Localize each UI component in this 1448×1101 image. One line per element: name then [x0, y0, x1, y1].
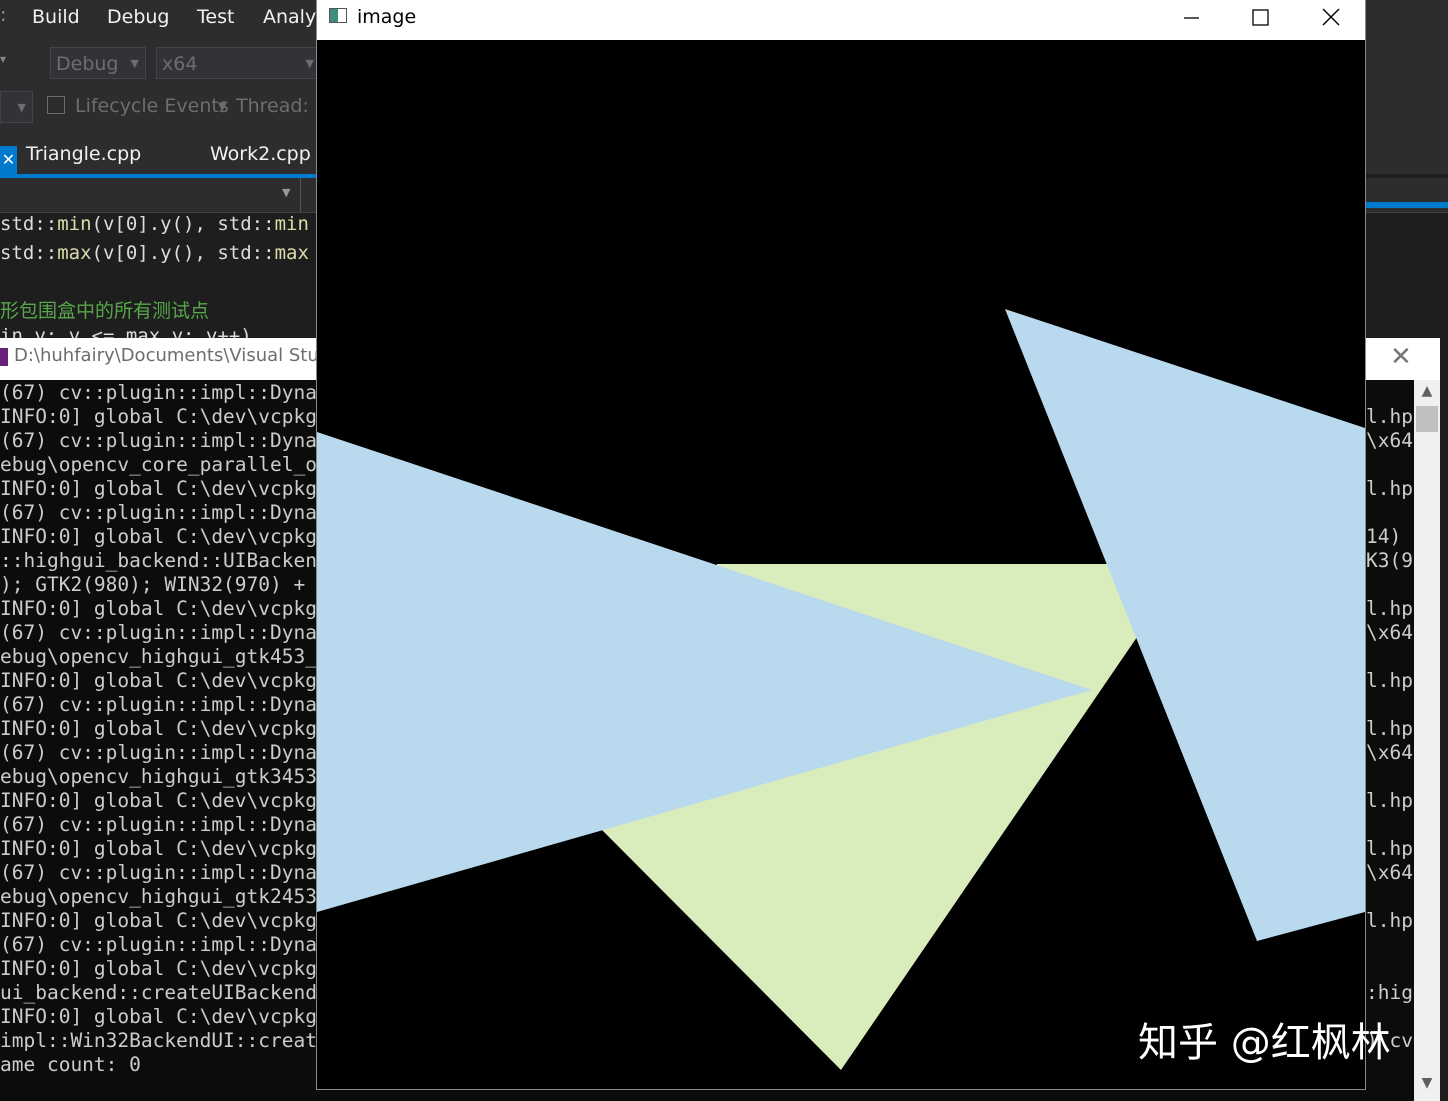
toolbar-dropdown-icon[interactable]: ▾	[0, 52, 6, 66]
console-line-tail: l.hp	[1366, 909, 1413, 932]
chevron-down-icon[interactable]: ▼	[282, 186, 290, 199]
console-line-tail: K3(9	[1366, 549, 1413, 572]
console-line: (67) cv::plugin::impl::Dyna	[0, 933, 317, 956]
minimize-icon[interactable]	[1180, 7, 1202, 29]
config-value: Debug	[56, 53, 119, 75]
platform-combo[interactable]: x64 ▼	[156, 47, 321, 79]
code-comment: 形包围盒中的所有测试点	[0, 300, 210, 322]
console-line: ebug\opencv_highgui_gtk2453	[0, 885, 317, 908]
console-line: (67) cv::plugin::impl::Dyna	[0, 741, 317, 764]
console-line-tail: l.hp	[1366, 837, 1413, 860]
menu-edge: :	[0, 4, 7, 26]
scroll-down-arrow-icon[interactable]: ▼	[1414, 1075, 1440, 1091]
console-line: INFO:0] global C:\dev\vcpkg	[0, 837, 317, 860]
tab-triangle-cpp[interactable]: Triangle.cpp	[26, 143, 141, 165]
console-line: INFO:0] global C:\dev\vcpkg	[0, 957, 317, 980]
console-line-tail: \x64	[1366, 429, 1413, 452]
chevron-down-icon: ▼	[17, 101, 26, 114]
console-line-tail: l.hp	[1366, 597, 1413, 620]
console-line: (67) cv::plugin::impl::Dyna	[0, 381, 317, 404]
console-line-tail: l.hp	[1366, 669, 1413, 692]
image-window-title: image	[357, 6, 417, 28]
lifecycle-events-button[interactable]: Lifecycle Events	[75, 95, 229, 117]
app-icon	[329, 8, 347, 23]
console-line: INFO:0] global C:\dev\vcpkg	[0, 789, 317, 812]
console-line-tail: \x64	[1366, 621, 1413, 644]
console-line: INFO:0] global C:\dev\vcpkg	[0, 669, 317, 692]
console-title: D:\huhfairy\Documents\Visual Stud	[14, 345, 331, 366]
chevron-down-icon: ▼	[305, 57, 314, 70]
console-line: (67) cv::plugin::impl::Dyna	[0, 693, 317, 716]
console-line: (67) cv::plugin::impl::Dyna	[0, 813, 317, 836]
console-line: ); GTK2(980); WIN32(970) +	[0, 573, 306, 596]
console-line: ebug\opencv_highgui_gtk453_	[0, 645, 317, 668]
platform-value: x64	[162, 53, 198, 75]
console-line: impl::Win32BackendUI::creat	[0, 1029, 317, 1052]
process-combo[interactable]: ▼	[0, 91, 33, 123]
menu-test[interactable]: Test	[197, 6, 234, 28]
console-line-tail: l.hp	[1366, 477, 1413, 500]
console-line: (67) cv::plugin::impl::Dyna	[0, 621, 317, 644]
console-line-tail: l.hp	[1366, 789, 1413, 812]
code-line-min: std::min(v[0].y(), std::min	[0, 213, 309, 235]
menu-debug[interactable]: Debug	[107, 6, 169, 28]
chevron-down-icon[interactable]: ▼	[218, 100, 226, 113]
code-line-max: std::max(v[0].y(), std::max	[0, 242, 309, 264]
console-line: INFO:0] global C:\dev\vcpkg	[0, 477, 317, 500]
config-combo[interactable]: Debug ▼	[50, 47, 146, 79]
console-line: (67) cv::plugin::impl::Dyna	[0, 501, 317, 524]
console-scrollbar[interactable]	[1414, 380, 1440, 1101]
image-window-titlebar	[317, 0, 1365, 40]
thread-label: Thread:	[236, 95, 309, 117]
console-line: INFO:0] global C:\dev\vcpkg	[0, 525, 317, 548]
console-line: INFO:0] global C:\dev\vcpkg	[0, 405, 317, 428]
console-line-tail: 14)	[1366, 525, 1402, 548]
split-button[interactable]	[300, 178, 317, 212]
close-tab-icon[interactable]: ✕	[0, 146, 17, 174]
console-line: ebug\opencv_highgui_gtk3453	[0, 765, 317, 788]
nav-accent-bar	[1366, 202, 1448, 208]
console-line: INFO:0] global C:\dev\vcpkg	[0, 597, 317, 620]
console-line-tail: :hig	[1366, 981, 1413, 1004]
maximize-icon[interactable]	[1250, 7, 1272, 29]
console-line: INFO:0] global C:\dev\vcpkg	[0, 1005, 317, 1028]
console-line: ebug\opencv_core_parallel_o	[0, 453, 317, 476]
console-line-tail: l.hp	[1366, 717, 1413, 740]
console-line: INFO:0] global C:\dev\vcpkg	[0, 909, 317, 932]
console-line: (67) cv::plugin::impl::Dyna	[0, 429, 317, 452]
scroll-up-arrow-icon[interactable]: ▲	[1414, 383, 1440, 399]
console-line-tail: \x64	[1366, 741, 1413, 764]
rasterized-triangles	[317, 309, 1365, 1070]
tab-work2-cpp[interactable]: Work2.cpp	[210, 143, 311, 165]
chevron-down-icon: ▼	[130, 57, 139, 70]
console-line: ui_backend::createUIBackend	[0, 981, 317, 1004]
console-line: INFO:0] global C:\dev\vcpkg	[0, 717, 317, 740]
lifecycle-events-icon	[47, 96, 65, 114]
console-line: ::highgui_backend::UIBacken	[0, 549, 317, 572]
rendered-image-canvas	[317, 40, 1365, 1089]
watermark: 知乎 @红枫林	[1138, 1020, 1391, 1066]
console-line: ame count: 0	[0, 1053, 141, 1076]
close-icon[interactable]: ✕	[1390, 342, 1412, 372]
console-line-tail: \x64	[1366, 861, 1413, 884]
console-line: (67) cv::plugin::impl::Dyna	[0, 861, 317, 884]
visual-studio-icon	[0, 348, 8, 366]
scrollbar-thumb[interactable]	[1416, 406, 1438, 432]
close-icon[interactable]	[1320, 6, 1342, 28]
menu-build[interactable]: Build	[32, 6, 80, 28]
console-line-tail: l.hp	[1366, 405, 1413, 428]
